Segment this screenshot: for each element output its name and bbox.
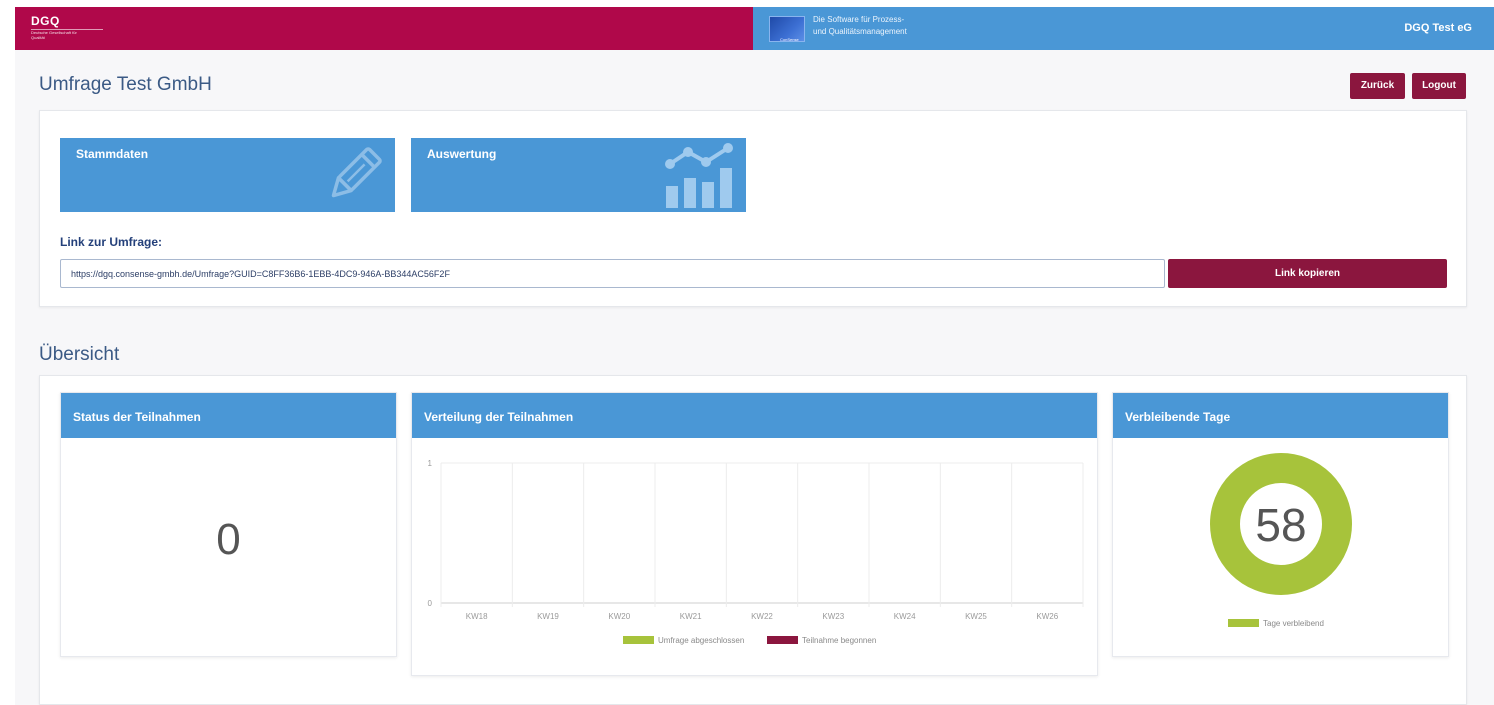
survey-card: Stammdaten Auswertung Link zur Umfrage: …: [39, 110, 1467, 307]
consense-logo-text: ConSense: [780, 37, 799, 42]
x-tick-label: KW23: [822, 612, 844, 621]
logout-button[interactable]: Logout: [1412, 73, 1466, 99]
legend-label: Umfrage abgeschlossen: [658, 636, 744, 645]
back-button[interactable]: Zurück: [1350, 73, 1405, 99]
y-tick-label: 1: [428, 459, 433, 468]
software-bar: ConSense Die Software für Prozess- und Q…: [753, 7, 1494, 50]
y-tick-label: 0: [428, 599, 433, 608]
x-tick-label: KW19: [537, 612, 559, 621]
legend-swatch: [767, 636, 798, 644]
survey-link-label: Link zur Umfrage:: [60, 235, 163, 249]
remaining-days-value: 58: [1255, 499, 1306, 551]
participation-distribution-panel: Verteilung der Teilnahmen 0 1 KW18 KW19 KW20…: [411, 392, 1098, 676]
x-tick-label: KW26: [1036, 612, 1058, 621]
pencil-icon: [331, 147, 382, 198]
x-tick-label: KW22: [751, 612, 773, 621]
organization-name[interactable]: DGQ Test eG: [1404, 22, 1472, 34]
overview-title: Übersicht: [39, 344, 120, 365]
tagline-line-1: Die Software für Prozess-: [813, 15, 905, 24]
participation-count: 0: [216, 515, 241, 564]
legend-swatch: [1228, 619, 1259, 627]
chart-icon: [665, 143, 733, 208]
logo-text: DGQ: [31, 14, 60, 28]
copy-link-button[interactable]: Link kopieren: [1168, 259, 1447, 288]
remaining-days-chart: 58 Tage verbleibend: [1210, 453, 1352, 628]
logo-subtext: Deutsche Gesellschaft für Qualität: [31, 30, 77, 40]
legend-label: Teilnahme begonnen: [802, 636, 876, 645]
top-bar: DGQ Deutsche Gesellschaft für Qualität C…: [15, 7, 1494, 50]
brand-bar: DGQ Deutsche Gesellschaft für Qualität: [15, 7, 753, 50]
survey-link-field[interactable]: [60, 259, 1165, 288]
page-title: Umfrage Test GmbH: [39, 74, 212, 95]
distribution-chart: 0 1 KW18 KW19 KW20 KW21 KW22 KW23 KW24 KW25 KW26 Um…: [428, 459, 1084, 645]
consense-logo: ConSense: [769, 16, 805, 42]
master-data-label: Stammdaten: [76, 147, 149, 161]
overview-card: Status der Teilnahmen 0 Verteilung der T…: [39, 375, 1467, 705]
x-tick-label: KW20: [608, 612, 630, 621]
x-tick-label: KW24: [894, 612, 916, 621]
legend-swatch: [623, 636, 654, 644]
participation-status-title: Status der Teilnahmen: [61, 393, 396, 438]
remaining-days-title: Verbleibende Tage: [1113, 393, 1448, 438]
evaluation-tile[interactable]: Auswertung: [411, 138, 746, 212]
x-tick-label: KW18: [466, 612, 488, 621]
page: DGQ Deutsche Gesellschaft für Qualität C…: [15, 7, 1494, 705]
participation-distribution-title: Verteilung der Teilnahmen: [412, 393, 1097, 438]
tagline-line-2: und Qualitätsmanagement: [813, 27, 907, 36]
master-data-tile[interactable]: Stammdaten: [60, 138, 395, 212]
x-tick-label: KW21: [680, 612, 702, 621]
x-tick-label: KW25: [965, 612, 987, 621]
participation-status-panel: Status der Teilnahmen 0: [60, 392, 397, 657]
software-tagline: Die Software für Prozess- und Qualitätsm…: [813, 14, 907, 38]
dgq-logo[interactable]: DGQ Deutsche Gesellschaft für Qualität: [31, 15, 103, 40]
legend-label: Tage verbleibend: [1263, 619, 1324, 628]
remaining-days-panel: Verbleibende Tage 58 Tage verbleibend: [1112, 392, 1449, 657]
evaluation-label: Auswertung: [427, 147, 497, 161]
